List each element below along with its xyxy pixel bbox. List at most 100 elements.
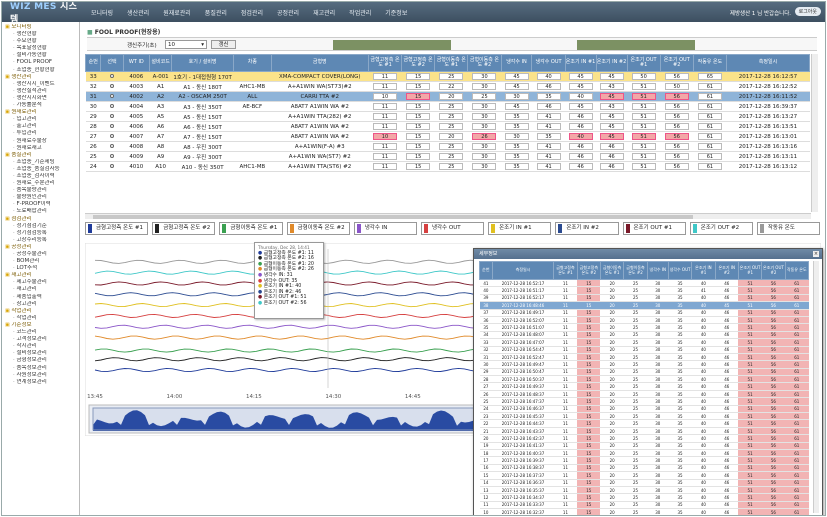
popup-header-cell[interactable]: 온조기 IN #2 bbox=[714, 261, 739, 280]
popup-header-cell[interactable]: 냉각수 IN bbox=[646, 261, 669, 280]
radio-icon[interactable] bbox=[110, 153, 115, 158]
sidebar-item[interactable]: 제품입출력 bbox=[5, 294, 79, 301]
popup-header-cell[interactable]: 금형이동측 온도 #1 bbox=[599, 261, 625, 280]
table-row[interactable]: 12 2017-12-28 16:34:37 11 15 20 25 30 35 40 46 51 5… bbox=[479, 493, 809, 502]
radio-icon[interactable] bbox=[110, 123, 115, 128]
sidebar-item[interactable]: 원재료수불장 bbox=[5, 138, 79, 145]
grid-header-cell[interactable]: 온조기 IN #2 bbox=[595, 54, 628, 72]
row-select-radio[interactable] bbox=[100, 101, 124, 112]
table-row[interactable]: 37 2017-12-28 16:49:17 11 15 20 25 30 35 40 46 51 5… bbox=[479, 309, 809, 317]
sidebar-item[interactable]: 작업관리 bbox=[5, 315, 79, 322]
sidebar-item[interactable]: 불량원인관리 bbox=[5, 194, 79, 201]
table-row[interactable]: 15 2017-12-28 16:37:37 11 15 20 25 30 35 40 46 51 5… bbox=[479, 471, 809, 480]
radio-icon[interactable] bbox=[110, 73, 115, 78]
radio-icon[interactable] bbox=[110, 93, 115, 98]
row-select-radio[interactable] bbox=[100, 111, 124, 122]
popup-header-cell[interactable]: 온조기 IN #1 bbox=[691, 261, 716, 280]
table-row[interactable]: 19 2017-12-28 16:41:37 11 15 20 25 30 35 40 46 51 5… bbox=[479, 442, 809, 451]
sidebar-item[interactable]: 생산실적관리 bbox=[5, 88, 79, 95]
legend-item[interactable]: 냉각수 IN bbox=[353, 222, 417, 235]
table-row[interactable]: 28 2017-12-28 16:50:37 11 15 20 25 30 35 40 46 51 5… bbox=[479, 375, 809, 384]
table-row[interactable]: 31 4002 A2 A2 - OSCAM 250T ALL CARRI TTA #2 10… bbox=[85, 91, 810, 102]
grid-header-cell[interactable]: 금형이동측 온도 #2 bbox=[467, 54, 502, 72]
sidebar-item[interactable]: BOM관리 bbox=[5, 258, 79, 265]
sidebar-item[interactable]: 생산지시_이벤트 bbox=[5, 81, 79, 88]
grid-vertical-scrollbar[interactable] bbox=[811, 54, 818, 212]
nav-item-6[interactable]: 재고관리 bbox=[306, 8, 342, 17]
radio-icon[interactable] bbox=[110, 103, 115, 108]
grid-header-cell[interactable]: 냉각수 OUT bbox=[531, 54, 566, 72]
row-select-radio[interactable] bbox=[100, 91, 124, 102]
refresh-button[interactable]: 갱신 bbox=[211, 40, 236, 49]
legend-item[interactable]: 온조기 OUT #2 bbox=[689, 222, 753, 235]
radio-icon[interactable] bbox=[110, 83, 115, 88]
sidebar-item[interactable]: 사원정보관리 bbox=[5, 372, 79, 379]
radio-icon[interactable] bbox=[110, 143, 115, 148]
radio-icon[interactable] bbox=[110, 113, 115, 118]
grid-header-cell[interactable]: 금형명 bbox=[270, 54, 369, 72]
sidebar-item[interactable]: F-PROOF이력 bbox=[5, 201, 79, 208]
sidebar-folder[interactable]: 기준정보 bbox=[5, 322, 79, 329]
sidebar-item[interactable]: 공정수불관리 bbox=[5, 251, 79, 258]
table-row[interactable]: 35 2017-12-28 16:51:07 11 15 20 25 30 35 40 46 51 5… bbox=[479, 323, 809, 332]
sidebar-item[interactable]: 정기점검등록 bbox=[5, 230, 79, 237]
legend-item[interactable]: 금형고정측 온도 #2 bbox=[152, 222, 216, 235]
nav-item-8[interactable]: 기준정보 bbox=[378, 8, 414, 17]
sidebar-item[interactable]: 정기점검기준 bbox=[5, 223, 79, 230]
table-row[interactable]: 27 4007 A7 A7 - 동신 150T A8AT7 A1WIN WA #2 10 1… bbox=[85, 131, 810, 142]
table-row[interactable]: 21 2017-12-28 16:43:37 11 15 20 25 30 35 40 46 51 5… bbox=[479, 427, 809, 436]
table-row[interactable]: 29 2017-12-28 16:50:47 11 15 20 25 30 35 40 46 51 5… bbox=[479, 368, 809, 377]
sidebar-item[interactable]: 주요현황 bbox=[5, 38, 79, 45]
table-row[interactable]: 33 4006 A-001 1호기 - 1대접원형 170T XMA-COMPACT C… bbox=[85, 71, 810, 82]
table-row[interactable]: 11 2017-12-28 16:33:37 11 15 20 25 30 35 40 46 51 5… bbox=[479, 501, 809, 510]
table-row[interactable]: 31 2017-12-28 16:52:47 11 15 20 25 30 35 40 46 51 5… bbox=[479, 353, 809, 362]
sidebar-item[interactable]: 원재료_수분관리 bbox=[5, 180, 79, 187]
sidebar-item[interactable]: 품목불량관리 bbox=[5, 187, 79, 194]
sidebar-folder[interactable]: 작업관리 bbox=[5, 308, 79, 315]
table-row[interactable]: 34 2017-12-28 16:48:07 11 15 20 25 30 35 40 46 51 5… bbox=[479, 331, 809, 340]
sidebar-item[interactable]: 조업종_현황현황 bbox=[5, 67, 79, 74]
nav-item-3[interactable]: 품질관리 bbox=[198, 8, 234, 17]
table-row[interactable]: 33 2017-12-28 16:47:07 11 15 20 25 30 35 40 46 51 5… bbox=[479, 338, 809, 347]
sidebar-item[interactable]: 조업종_기준세팅 bbox=[5, 159, 79, 166]
sidebar-item[interactable]: 조업종_품질검사등 bbox=[5, 166, 79, 173]
sidebar-item[interactable]: 창고관리 bbox=[5, 301, 79, 308]
sidebar-item[interactable]: 코드관리 bbox=[5, 329, 79, 336]
table-row[interactable]: 10 2017-12-28 16:32:37 11 15 20 25 30 35 40 46 51 5… bbox=[479, 508, 809, 515]
sidebar-item[interactable]: 도료배합관리 bbox=[5, 208, 79, 215]
sidebar-folder[interactable]: 생산관리 bbox=[5, 74, 79, 81]
popup-scrollbar[interactable] bbox=[813, 261, 819, 513]
popup-header-cell[interactable]: 금형이동측 온도 #2 bbox=[623, 261, 648, 280]
sidebar-item[interactable]: 목표달성현황 bbox=[5, 45, 79, 52]
legend-item[interactable]: 금형이동측 온도 #1 bbox=[219, 222, 283, 235]
popup-title[interactable]: 세부정보 bbox=[474, 249, 822, 259]
table-row[interactable]: 20 2017-12-28 16:42:37 11 15 20 25 30 35 40 46 51 5… bbox=[479, 434, 809, 443]
nav-item-1[interactable]: 생산관리 bbox=[120, 8, 156, 17]
sidebar-item[interactable]: 설비정보관리 bbox=[5, 350, 79, 357]
legend-item[interactable]: 냉각수 OUT bbox=[420, 222, 485, 235]
table-row[interactable]: 38 2017-12-28 16:48:46 11 15 20 25 30 35 40 45 51 5… bbox=[479, 301, 809, 310]
row-select-radio[interactable] bbox=[100, 141, 124, 152]
legend-item[interactable]: 금형고정측 온도 #1 bbox=[85, 222, 149, 235]
grid-header-cell[interactable]: 선택 bbox=[100, 54, 124, 72]
logout-button[interactable]: 로그아웃 bbox=[794, 7, 821, 16]
sidebar-item[interactable]: 제고수불관리 bbox=[5, 279, 79, 286]
sidebar-folder[interactable]: 원재료관리 bbox=[5, 109, 79, 116]
grid-header-cell[interactable]: 호기 / 설비명 bbox=[171, 54, 235, 72]
popup-header-cell[interactable]: 작동유 온도 bbox=[784, 261, 810, 280]
nav-item-0[interactable]: 모니터링 bbox=[84, 8, 120, 17]
grid-header-cell[interactable]: 금형이동측 온도 #1 bbox=[434, 54, 469, 72]
table-row[interactable]: 24 2017-12-28 16:46:37 11 15 20 25 30 35 40 46 51 5… bbox=[479, 405, 809, 414]
sidebar-item[interactable]: 조업종_검사이력 bbox=[5, 173, 79, 180]
table-row[interactable]: 32 4003 A1 A1 - 동신 180T AHC1-MB A+A1WIN WA(ST… bbox=[85, 81, 810, 92]
legend-item[interactable]: 온조기 IN #2 bbox=[555, 222, 619, 235]
row-select-radio[interactable] bbox=[100, 121, 124, 132]
sidebar-item[interactable]: 작지관리 bbox=[5, 343, 79, 350]
grid-header-cell[interactable]: 온조기 IN #1 bbox=[564, 54, 597, 72]
grid-header-cell[interactable]: 차종 bbox=[233, 54, 272, 72]
sidebar-folder[interactable]: 모니터링 bbox=[5, 24, 79, 31]
grid-header-cell[interactable]: 순번 bbox=[84, 54, 102, 72]
table-row[interactable]: 29 4005 A5 A5 - 동신 150T A+A1WIN TTA(282) #2 1… bbox=[85, 111, 810, 122]
refresh-interval-select[interactable]: 10 ▾ bbox=[165, 40, 207, 49]
radio-icon[interactable] bbox=[110, 163, 115, 168]
